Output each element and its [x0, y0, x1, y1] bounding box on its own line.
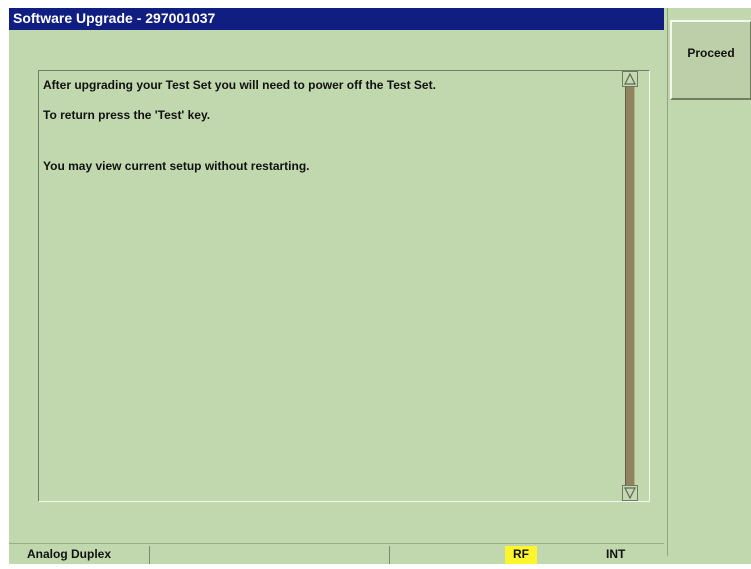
instrument-screen: Software Upgrade - 297001037 Proceed Aft…	[9, 8, 751, 564]
softkey-panel: Proceed	[667, 8, 751, 556]
status-bar: Analog Duplex RF INT	[9, 543, 664, 564]
proceed-button[interactable]: Proceed	[670, 20, 751, 100]
status-int: INT	[606, 547, 626, 561]
message-line: After upgrading your Test Set you will n…	[43, 78, 436, 92]
message-box: After upgrading your Test Set you will n…	[38, 70, 650, 502]
scroll-track[interactable]	[625, 87, 635, 485]
message-line: To return press the 'Test' key.	[43, 108, 211, 122]
scroll-down-arrow-icon[interactable]	[622, 485, 638, 501]
vertical-scrollbar[interactable]	[622, 71, 638, 501]
status-divider	[389, 546, 390, 564]
message-line: You may view current setup without resta…	[43, 159, 310, 173]
scroll-up-arrow-icon[interactable]	[622, 71, 638, 87]
status-divider	[149, 546, 150, 564]
window-title: Software Upgrade - 297001037	[9, 8, 664, 30]
status-mode: Analog Duplex	[27, 547, 112, 561]
status-rf-badge: RF	[505, 546, 537, 564]
